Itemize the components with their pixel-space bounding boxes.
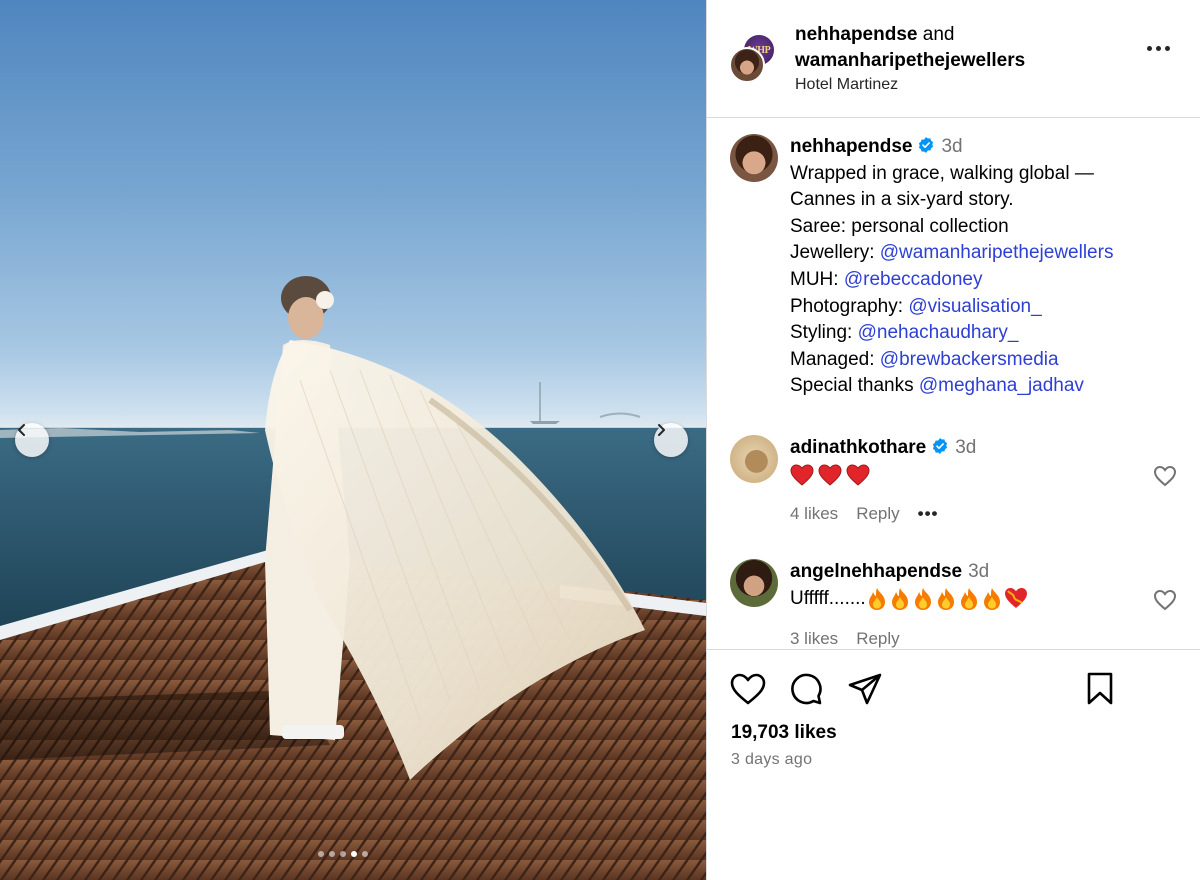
mention-link[interactable]: @rebeccadoney <box>844 269 983 290</box>
post-location[interactable]: Hotel Martinez <box>795 76 898 94</box>
fire-emoji-icon <box>891 587 908 610</box>
post-timestamp[interactable]: 3 days ago <box>731 751 812 769</box>
fire-emoji-icon <box>983 587 1000 610</box>
comment-text-body: Ufffff....... <box>790 588 866 609</box>
carousel-dot-active <box>351 851 357 857</box>
credit-label: Special thanks <box>790 375 914 397</box>
post-actions: 19,703 likes 3 days ago <box>707 649 1200 880</box>
credit-label: Jewellery: <box>790 242 875 264</box>
verified-icon <box>933 438 948 454</box>
like-count[interactable]: 19,703 likes <box>731 722 837 744</box>
carousel-dot <box>362 851 368 857</box>
authors-joiner: and <box>922 24 955 45</box>
comment-meta: 3 likes Reply <box>790 629 900 649</box>
credit-row: Jewellery: @wamanharipethejewellers <box>790 240 1190 267</box>
caption-line: Wrapped in grace, walking global — <box>790 162 1094 184</box>
caption-time: 3d <box>941 136 963 157</box>
carousel-dot <box>329 851 335 857</box>
comment-time: 3d <box>968 561 990 582</box>
comment-likes[interactable]: 3 likes <box>790 629 838 649</box>
mention-link[interactable]: @brewbackersmedia <box>880 349 1059 370</box>
credit-label: MUH: <box>790 268 839 290</box>
credit-row: MUH: @rebeccadoney <box>790 267 1190 294</box>
carousel-dot <box>318 851 324 857</box>
credit-row: Managed: @brewbackersmedia <box>790 347 1190 374</box>
post-caption: nehhapendse 3d Wrapped in grace, walking … <box>790 134 1190 400</box>
credit-row: Styling: @nehachaudhary_ <box>790 320 1190 347</box>
carousel-indicator <box>318 851 368 857</box>
comment-likes[interactable]: 4 likes <box>790 504 838 524</box>
fire-emoji-icon <box>868 587 885 610</box>
more-icon <box>1147 46 1152 51</box>
author-username[interactable]: nehhapendse <box>795 24 917 45</box>
comment-like-icon[interactable] <box>1153 465 1177 487</box>
comment-icon[interactable] <box>789 672 823 706</box>
verified-icon <box>919 137 934 153</box>
commenter-username[interactable]: adinathkothare <box>790 437 926 458</box>
caption-author-avatar[interactable] <box>730 134 778 182</box>
credit-row: Photography: @visualisation_ <box>790 294 1190 321</box>
heart-on-fire-emoji-icon <box>1004 587 1027 608</box>
heart-emoji-icon <box>846 464 870 486</box>
comment-text: Ufffff....... <box>790 585 1140 613</box>
commenter-avatar[interactable] <box>730 435 778 483</box>
comment: adinathkothare 3d <box>790 435 1140 489</box>
carousel-dot <box>340 851 346 857</box>
mention-link[interactable]: @nehachaudhary_ <box>858 322 1019 343</box>
chevron-right-icon <box>658 424 665 436</box>
collab-avatars[interactable]: WHP <box>729 33 777 83</box>
author-avatar[interactable] <box>729 47 765 83</box>
comments-area[interactable]: nehhapendse 3d Wrapped in grace, walking … <box>707 119 1200 649</box>
fire-emojis <box>866 587 1028 611</box>
heart-emojis <box>790 464 870 486</box>
mention-link[interactable]: @meghana_jadhav <box>919 375 1084 396</box>
comment-text <box>790 461 1140 489</box>
fire-emoji-icon <box>937 587 954 610</box>
previous-slide-button[interactable] <box>15 423 49 457</box>
caption-line: Cannes in a six-yard story. <box>790 189 1014 211</box>
fire-emoji-icon <box>960 587 977 610</box>
mention-link[interactable]: @wamanharipethejewellers <box>880 242 1114 263</box>
bookmark-icon[interactable] <box>1085 672 1115 706</box>
mention-link[interactable]: @visualisation_ <box>908 296 1041 317</box>
reply-button[interactable]: Reply <box>856 629 899 649</box>
heart-icon[interactable] <box>729 672 767 706</box>
photo-scene <box>0 276 706 880</box>
chevron-left-icon <box>18 424 25 436</box>
credit-row: Special thanks @meghana_jadhav <box>790 373 1190 400</box>
post-photo[interactable] <box>0 0 706 880</box>
commenter-username[interactable]: angelnehhapendse <box>790 561 962 582</box>
reply-button[interactable]: Reply <box>856 504 899 524</box>
heart-emoji-icon <box>790 464 814 486</box>
credit-label: Managed: <box>790 348 875 370</box>
credit-label: Styling: <box>790 322 853 344</box>
comment-options-button[interactable]: ••• <box>918 504 939 524</box>
comment-time: 3d <box>955 437 977 458</box>
post-authors: nehhapendse and wamanharipethejewellers <box>795 22 1025 74</box>
credit-label: Photography: <box>790 295 904 317</box>
fire-emoji-icon <box>914 587 931 610</box>
post-header: WHP nehhapendse and wamanharipethejewell… <box>707 0 1200 118</box>
comment-like-icon[interactable] <box>1153 589 1177 611</box>
commenter-avatar[interactable] <box>730 559 778 607</box>
collaborator-username[interactable]: wamanharipethejewellers <box>795 50 1025 71</box>
comment-meta: 4 likes Reply ••• <box>790 504 939 524</box>
caption-line: Saree: personal collection <box>790 215 1009 237</box>
next-slide-button[interactable] <box>654 423 688 457</box>
comment: angelnehhapendse 3d Ufffff....... <box>790 559 1140 613</box>
share-icon[interactable] <box>847 672 883 706</box>
heart-emoji-icon <box>818 464 842 486</box>
more-options-button[interactable] <box>1147 46 1170 51</box>
caption-author[interactable]: nehhapendse <box>790 136 912 157</box>
post-sidebar: WHP nehhapendse and wamanharipethejewell… <box>707 0 1200 880</box>
